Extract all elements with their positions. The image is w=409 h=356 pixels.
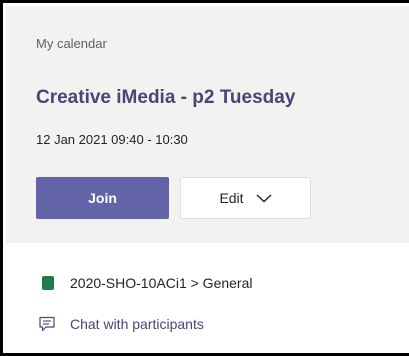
chat-label: Chat with participants bbox=[70, 316, 204, 332]
channel-row[interactable]: 2020-SHO-10ACi1 > General bbox=[36, 275, 253, 291]
meeting-details-panel: My calendar Creative iMedia - p2 Tuesday… bbox=[0, 0, 409, 356]
chat-with-participants-link[interactable]: Chat with participants bbox=[36, 316, 204, 332]
meeting-title: Creative iMedia - p2 Tuesday bbox=[36, 87, 296, 108]
channel-label: 2020-SHO-10ACi1 > General bbox=[70, 275, 253, 291]
chat-icon bbox=[39, 316, 55, 332]
team-icon bbox=[42, 276, 54, 290]
breadcrumb[interactable]: My calendar bbox=[36, 36, 107, 51]
join-button-label: Join bbox=[88, 190, 117, 206]
meeting-datetime: 12 Jan 2021 09:40 - 10:30 bbox=[36, 132, 188, 147]
chevron-down-icon bbox=[256, 194, 272, 203]
edit-button-label: Edit bbox=[219, 190, 244, 206]
edit-button[interactable]: Edit bbox=[180, 177, 311, 219]
join-button[interactable]: Join bbox=[36, 177, 169, 219]
